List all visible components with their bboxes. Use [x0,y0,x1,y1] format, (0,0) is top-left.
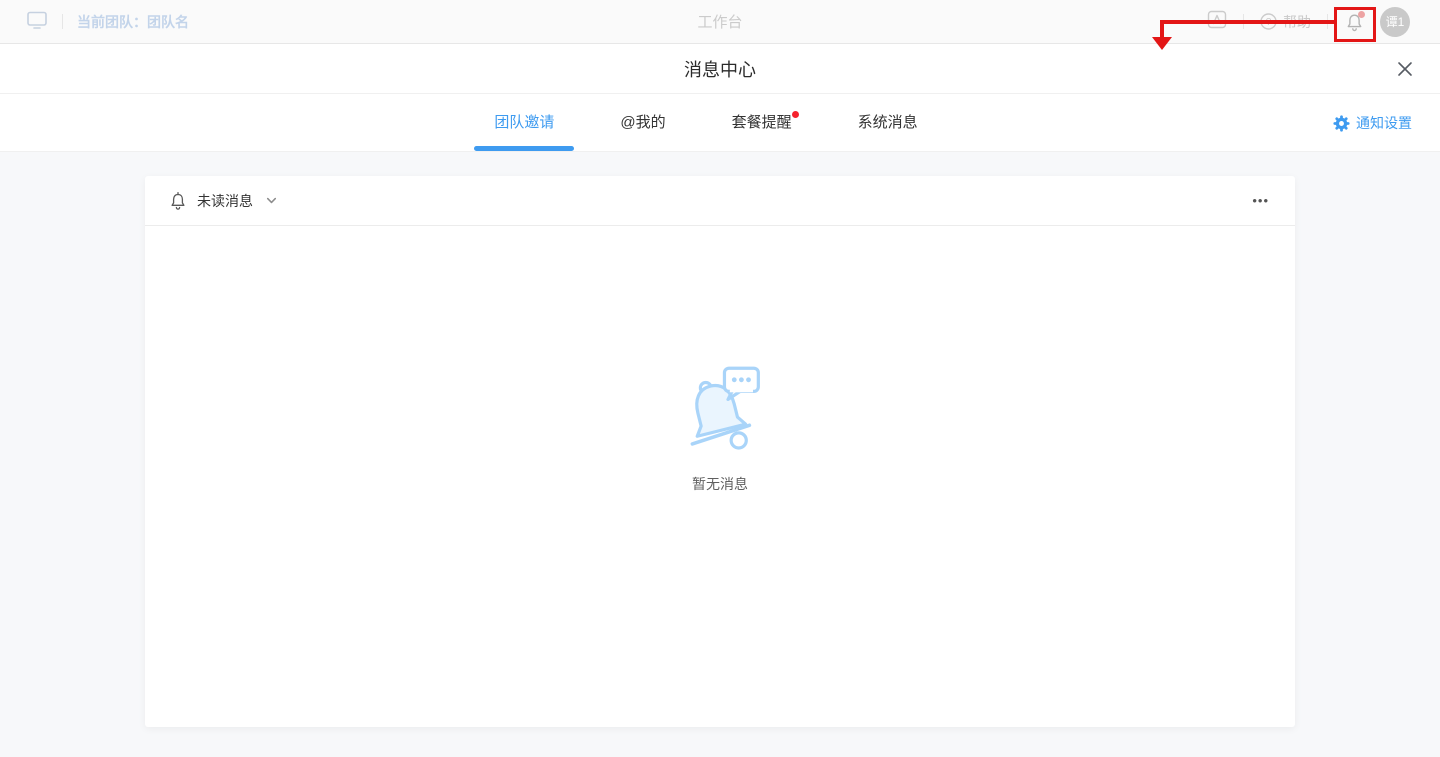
page-title: 消息中心 [684,56,756,82]
tab-plan-reminders[interactable]: 套餐提醒 [712,94,812,152]
annotation-arrowhead [1152,37,1172,50]
annotation-highlight-box [1334,7,1376,42]
empty-state-text: 暂无消息 [692,474,748,494]
close-button[interactable] [1394,58,1416,80]
monitor-icon[interactable] [26,9,48,35]
close-icon [1396,60,1414,78]
message-filter-dropdown[interactable]: 未读消息 [169,191,278,211]
annotation-arrow-line [1160,20,1336,24]
unread-badge-dot [792,111,799,118]
current-team-label: 当前团队：团队名 [77,12,189,32]
bell-icon [169,191,187,211]
avatar[interactable]: 谭1 [1380,7,1410,37]
tabs-bar: 团队邀请 @我的 套餐提醒 系统消息 [0,94,1440,152]
tabs: 团队邀请 @我的 套餐提醒 系统消息 [474,94,937,152]
more-icon[interactable]: ••• [1250,190,1271,211]
card-header: 未读消息 ••• [145,176,1295,226]
annotation-arrow-shaft [1160,20,1164,38]
tab-label: 团队邀请 [494,114,554,131]
gear-icon [1333,115,1350,132]
filter-label: 未读消息 [197,191,253,211]
topbar-left: 当前团队：团队名 [26,9,189,35]
active-tab-underline [474,146,574,151]
tab-mentions[interactable]: @我的 [600,94,685,152]
speech-bubble [724,368,758,399]
tab-label: 套餐提醒 [732,114,792,131]
notification-settings-label: 通知设置 [1356,113,1412,133]
chevron-down-icon [265,194,278,207]
empty-messages-illustration [679,364,761,458]
tab-label: @我的 [620,114,665,131]
tab-system-messages[interactable]: 系统消息 [838,94,938,152]
empty-state: 暂无消息 [145,226,1295,494]
modal-header: 消息中心 [0,44,1440,94]
notification-settings-button[interactable]: 通知设置 [1333,94,1412,152]
tab-label: 系统消息 [858,114,918,131]
modal-content: 未读消息 ••• [0,152,1440,757]
message-center-modal: 消息中心 团队邀请 @我的 套餐提醒 系统消息 [0,44,1440,757]
workspace-title: 工作台 [697,11,742,32]
divider [62,14,63,29]
tab-team-invitations[interactable]: 团队邀请 [474,94,574,152]
messages-card: 未读消息 ••• [145,176,1295,727]
